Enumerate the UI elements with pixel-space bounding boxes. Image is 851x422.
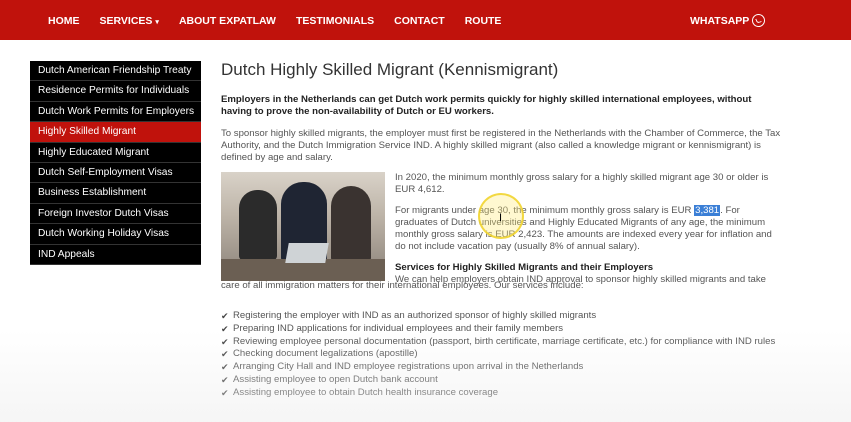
list-item: ✔ Assisting employee to obtain Dutch heal… [221, 386, 499, 398]
nav-services[interactable]: SERVICES ▾ [100, 15, 159, 27]
services-heading: Services for Highly Skilled Migrants and… [395, 262, 654, 273]
salary-under-pre: For migrants under age 30, the minimum m… [395, 205, 695, 216]
sidebar-item-residence-permits[interactable]: Residence Permits for Individuals [30, 81, 201, 102]
check-icon: ✔ [221, 311, 229, 321]
check-icon: ✔ [221, 387, 229, 398]
sidebar-item-highly-skilled-migrant[interactable]: Highly Skilled Migrant [30, 122, 201, 143]
whatsapp-icon [752, 14, 766, 27]
nav-route[interactable]: ROUTE [465, 15, 502, 27]
selected-salary-value[interactable]: 3,381 [694, 205, 721, 216]
check-icon: ✔ [221, 374, 229, 385]
check-icon: ✔ [221, 336, 229, 347]
salary-under-30-paragraph: For migrants under age 30, the minimum m… [395, 205, 781, 253]
text-cursor-icon: I [499, 212, 503, 224]
page-title: Dutch Highly Skilled Migrant (Kennismigr… [221, 60, 559, 79]
nav-home[interactable]: HOME [48, 15, 80, 27]
list-item: ✔ Arranging City Hall and IND employee re… [221, 361, 584, 373]
list-item: ✔ Reviewing employee personal documentati… [221, 335, 776, 347]
nav-testimonials[interactable]: TESTIMONIALS [296, 15, 374, 27]
sidebar-item-american-friendship-treaty[interactable]: Dutch American Friendship Treaty [30, 61, 201, 82]
top-navigation-bar: HOME SERVICES ▾ ABOUT EXPATLAW TESTIMONIA… [0, 0, 851, 40]
list-item: ✔ Checking document legalizations (aposti… [221, 348, 418, 360]
check-icon: ✔ [221, 323, 229, 334]
chevron-down-icon: ▾ [155, 19, 159, 26]
nav-contact[interactable]: CONTACT [394, 15, 445, 27]
nav-services-label: SERVICES [99, 15, 153, 27]
check-icon: ✔ [221, 362, 229, 373]
services-list: ✔ Registering the employer with IND as an… [221, 310, 781, 400]
intro-paragraph: To sponsor highly skilled migrants, the … [221, 128, 781, 163]
sidebar-menu: Dutch American Friendship Treaty Residen… [30, 61, 201, 265]
salary-text: In 2020, the minimum monthly gross salar… [395, 172, 781, 286]
whatsapp-label: WHATSAPP [690, 14, 750, 27]
sidebar-item-work-permits[interactable]: Dutch Work Permits for Employers [30, 101, 201, 123]
sidebar-item-foreign-investor-visas[interactable]: Foreign Investor Dutch Visas [30, 203, 201, 225]
services-intro-line1: We can help employers obtain IND approva… [395, 274, 766, 285]
nav-about[interactable]: ABOUT EXPATLAW [179, 15, 276, 27]
check-icon: ✔ [221, 349, 229, 360]
sidebar-item-self-employment-visas[interactable]: Dutch Self-Employment Visas [30, 162, 201, 184]
lead-paragraph: Employers in the Netherlands can get Dut… [221, 94, 752, 117]
sidebar-item-highly-educated-migrant[interactable]: Highly Educated Migrant [30, 142, 201, 163]
main-nav: HOME SERVICES ▾ ABOUT EXPATLAW TESTIMONIA… [48, 15, 521, 27]
sidebar-item-working-holiday-visas[interactable]: Dutch Working Holiday Visas [30, 224, 201, 245]
list-item: ✔ Preparing IND applications for individu… [221, 322, 564, 334]
business-people-photo [221, 172, 385, 281]
sidebar-item-ind-appeals[interactable]: IND Appeals [30, 244, 201, 265]
list-item: ✔ Assisting employee to open Dutch bank a… [221, 373, 438, 385]
sidebar-item-business-establishment[interactable]: Business Establishment [30, 183, 201, 204]
list-item: ✔ Registering the employer with IND as an… [221, 310, 597, 321]
whatsapp-link[interactable]: WHATSAPP [690, 14, 766, 27]
salary-30-paragraph: In 2020, the minimum monthly gross salar… [395, 172, 769, 195]
